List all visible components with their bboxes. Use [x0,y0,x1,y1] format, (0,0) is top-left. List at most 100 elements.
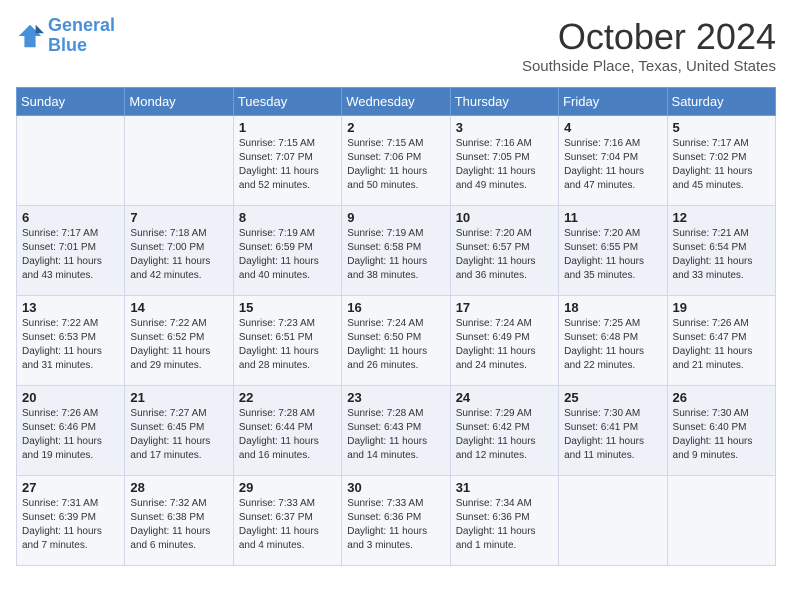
day-number: 17 [456,300,553,315]
day-number: 25 [564,390,661,405]
day-info: Sunrise: 7:30 AM Sunset: 6:41 PM Dayligh… [564,407,661,463]
day-info: Sunrise: 7:30 AM Sunset: 6:40 PM Dayligh… [673,407,770,463]
day-number: 16 [347,300,444,315]
calendar-cell: 18 Sunrise: 7:25 AM Sunset: 6:48 PM Dayli… [559,296,667,386]
day-number: 14 [130,300,227,315]
calendar-cell: 20 Sunrise: 7:26 AM Sunset: 6:46 PM Dayli… [17,386,125,476]
calendar-table: SundayMondayTuesdayWednesdayThursdayFrid… [16,87,776,566]
calendar-cell: 8Sunrise: 7:19 AM Sunset: 6:59 PM Daylig… [233,206,341,296]
day-info: Sunrise: 7:29 AM Sunset: 6:42 PM Dayligh… [456,407,553,463]
day-number: 13 [22,300,119,315]
day-number: 2 [347,120,444,135]
day-number: 23 [347,390,444,405]
logo-line1: General [48,15,115,35]
day-number: 9 [347,210,444,225]
day-number: 20 [22,390,119,405]
day-number: 18 [564,300,661,315]
calendar-cell: 4 Sunrise: 7:16 AM Sunset: 7:04 PM Daylig… [559,116,667,206]
day-number: 15 [239,300,336,315]
day-info: Sunrise: 7:20 AM Sunset: 6:55 PM Dayligh… [564,227,661,283]
calendar-cell: 27 Sunrise: 7:31 AM Sunset: 6:39 PM Dayli… [17,476,125,566]
calendar-cell: 24 Sunrise: 7:29 AM Sunset: 6:42 PM Dayli… [450,386,558,476]
calendar-week-row: 13 Sunrise: 7:22 AM Sunset: 6:53 PM Dayli… [17,296,776,386]
calendar-cell: 3Sunrise: 7:16 AM Sunset: 7:05 PM Daylig… [450,116,558,206]
day-info: Sunrise: 7:26 AM Sunset: 6:46 PM Dayligh… [22,407,119,463]
location: Southside Place, Texas, United States [522,58,776,75]
calendar-cell: 28Sunrise: 7:32 AM Sunset: 6:38 PM Dayli… [125,476,233,566]
calendar-cell: 2Sunrise: 7:15 AM Sunset: 7:06 PM Daylig… [342,116,450,206]
day-info: Sunrise: 7:15 AM Sunset: 7:07 PM Dayligh… [239,137,336,193]
day-info: Sunrise: 7:16 AM Sunset: 7:04 PM Dayligh… [564,137,661,193]
day-info: Sunrise: 7:17 AM Sunset: 7:01 PM Dayligh… [22,227,119,283]
calendar-cell: 12Sunrise: 7:21 AM Sunset: 6:54 PM Dayli… [667,206,775,296]
calendar-cell: 7Sunrise: 7:18 AM Sunset: 7:00 PM Daylig… [125,206,233,296]
calendar-cell: 5 Sunrise: 7:17 AM Sunset: 7:02 PM Daylig… [667,116,775,206]
day-number: 22 [239,390,336,405]
calendar-cell: 29Sunrise: 7:33 AM Sunset: 6:37 PM Dayli… [233,476,341,566]
logo: General Blue [16,16,115,56]
day-info: Sunrise: 7:34 AM Sunset: 6:36 PM Dayligh… [456,497,553,553]
day-info: Sunrise: 7:20 AM Sunset: 6:57 PM Dayligh… [456,227,553,283]
day-info: Sunrise: 7:22 AM Sunset: 6:52 PM Dayligh… [130,317,227,373]
day-number: 11 [564,210,661,225]
day-number: 1 [239,120,336,135]
title-block: October 2024 Southside Place, Texas, Uni… [522,16,776,75]
day-info: Sunrise: 7:26 AM Sunset: 6:47 PM Dayligh… [673,317,770,373]
day-number: 19 [673,300,770,315]
calendar-cell: 10Sunrise: 7:20 AM Sunset: 6:57 PM Dayli… [450,206,558,296]
calendar-cell: 1 Sunrise: 7:15 AM Sunset: 7:07 PM Daylig… [233,116,341,206]
calendar-cell: 9 Sunrise: 7:19 AM Sunset: 6:58 PM Daylig… [342,206,450,296]
column-header-tuesday: Tuesday [233,88,341,116]
day-info: Sunrise: 7:28 AM Sunset: 6:44 PM Dayligh… [239,407,336,463]
calendar-cell: 25 Sunrise: 7:30 AM Sunset: 6:41 PM Dayli… [559,386,667,476]
day-info: Sunrise: 7:22 AM Sunset: 6:53 PM Dayligh… [22,317,119,373]
day-info: Sunrise: 7:27 AM Sunset: 6:45 PM Dayligh… [130,407,227,463]
calendar-week-row: 27 Sunrise: 7:31 AM Sunset: 6:39 PM Dayli… [17,476,776,566]
day-number: 27 [22,480,119,495]
calendar-cell [17,116,125,206]
day-number: 26 [673,390,770,405]
day-number: 5 [673,120,770,135]
day-info: Sunrise: 7:24 AM Sunset: 6:49 PM Dayligh… [456,317,553,373]
calendar-cell: 6 Sunrise: 7:17 AM Sunset: 7:01 PM Daylig… [17,206,125,296]
day-number: 7 [130,210,227,225]
day-info: Sunrise: 7:19 AM Sunset: 6:58 PM Dayligh… [347,227,444,283]
calendar-cell: 26 Sunrise: 7:30 AM Sunset: 6:40 PM Dayli… [667,386,775,476]
day-info: Sunrise: 7:23 AM Sunset: 6:51 PM Dayligh… [239,317,336,373]
day-info: Sunrise: 7:28 AM Sunset: 6:43 PM Dayligh… [347,407,444,463]
day-number: 21 [130,390,227,405]
day-number: 12 [673,210,770,225]
day-info: Sunrise: 7:33 AM Sunset: 6:37 PM Dayligh… [239,497,336,553]
day-info: Sunrise: 7:19 AM Sunset: 6:59 PM Dayligh… [239,227,336,283]
calendar-cell: 17 Sunrise: 7:24 AM Sunset: 6:49 PM Dayli… [450,296,558,386]
calendar-week-row: 20 Sunrise: 7:26 AM Sunset: 6:46 PM Dayli… [17,386,776,476]
calendar-cell: 30 Sunrise: 7:33 AM Sunset: 6:36 PM Dayli… [342,476,450,566]
day-info: Sunrise: 7:17 AM Sunset: 7:02 PM Dayligh… [673,137,770,193]
calendar-cell: 23 Sunrise: 7:28 AM Sunset: 6:43 PM Dayli… [342,386,450,476]
calendar-cell: 19 Sunrise: 7:26 AM Sunset: 6:47 PM Dayli… [667,296,775,386]
logo-line2: Blue [48,35,87,55]
calendar-cell [125,116,233,206]
day-number: 24 [456,390,553,405]
calendar-cell: 14 Sunrise: 7:22 AM Sunset: 6:52 PM Dayli… [125,296,233,386]
calendar-header-row: SundayMondayTuesdayWednesdayThursdayFrid… [17,88,776,116]
calendar-cell: 13 Sunrise: 7:22 AM Sunset: 6:53 PM Dayli… [17,296,125,386]
calendar-cell: 15 Sunrise: 7:23 AM Sunset: 6:51 PM Dayli… [233,296,341,386]
day-info: Sunrise: 7:31 AM Sunset: 6:39 PM Dayligh… [22,497,119,553]
day-number: 30 [347,480,444,495]
page-header: General Blue October 2024 Southside Plac… [16,16,776,75]
day-number: 6 [22,210,119,225]
day-number: 28 [130,480,227,495]
calendar-cell: 11 Sunrise: 7:20 AM Sunset: 6:55 PM Dayli… [559,206,667,296]
column-header-wednesday: Wednesday [342,88,450,116]
day-info: Sunrise: 7:25 AM Sunset: 6:48 PM Dayligh… [564,317,661,373]
logo-text: General Blue [48,16,115,56]
day-number: 3 [456,120,553,135]
column-header-thursday: Thursday [450,88,558,116]
day-info: Sunrise: 7:33 AM Sunset: 6:36 PM Dayligh… [347,497,444,553]
day-number: 4 [564,120,661,135]
column-header-sunday: Sunday [17,88,125,116]
column-header-monday: Monday [125,88,233,116]
calendar-cell [667,476,775,566]
calendar-cell: 21 Sunrise: 7:27 AM Sunset: 6:45 PM Dayli… [125,386,233,476]
